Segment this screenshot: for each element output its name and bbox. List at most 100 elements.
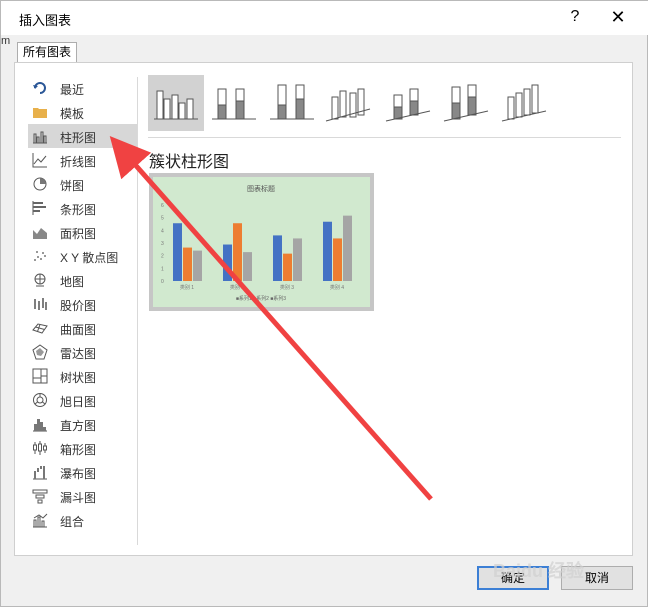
stock-chart-icon [34,298,47,310]
sidebar-item-label: 最近 [60,83,85,97]
sidebar-item-box-whisker[interactable]: 箱形图 [28,436,138,460]
sidebar-item-treemap[interactable]: 树状图 [28,364,138,388]
subtype-clustered-column[interactable] [148,75,204,131]
3d-stacked-column-icon [385,88,431,122]
sidebar-item-area[interactable]: 面积图 [28,220,138,244]
preview-y-tick: 0 [161,279,164,285]
stacked-column-icon [212,88,256,120]
sidebar-item-label: 模板 [60,107,85,121]
chart-type-list: 最近 模板 柱形图 折线图 饼图 条形图 面积图 X Y 散点图 地图 股价图 … [28,76,138,532]
histogram-chart-icon [33,419,47,432]
preview-chart: 图表标题 6 5 4 3 2 1 0 类别 1 类别 2 类别 3 类别 4 ■系列1 ■系列2 … [161,184,352,302]
sidebar-item-surface[interactable]: 曲面图 [28,316,138,340]
sidebar-item-label: 面积图 [60,227,97,241]
sidebar-item-radar[interactable]: 雷达图 [28,340,138,364]
sidebar-item-map[interactable]: 地图 [28,268,138,292]
recent-icon [33,82,46,94]
preview-category-label: 类别 4 [330,284,344,291]
subtype-3d-stacked-column[interactable] [380,75,436,131]
sidebar-item-label: X Y 散点图 [60,251,119,265]
chart-preview[interactable]: 图表标题 6 5 4 3 2 1 0 类别 1 类别 2 类别 3 类别 4 ■系列1 ■系列2 … [149,173,374,311]
surface-chart-icon [32,323,48,334]
watermark: Baidu 经验 [493,561,585,581]
insert-chart-dialog: 插入图表 ? ✕ m 所有图表 最近 模板 柱形图 折线图 饼图 条形图 面积图… [0,0,648,607]
preview-bar [243,252,252,281]
sidebar-item-label: 直方图 [60,419,97,433]
close-button[interactable]: ✕ [601,5,635,29]
preview-y-tick: 2 [161,254,164,260]
preview-category-label: 类别 2 [230,284,244,291]
preview-y-tick: 3 [161,241,164,247]
preview-bar [173,223,182,281]
bar-chart-icon [32,201,46,215]
sidebar-item-recent[interactable]: 最近 [28,76,138,100]
sidebar-item-label: 雷达图 [60,347,97,361]
3d-column-icon [501,84,547,122]
map-chart-icon [34,273,46,287]
sidebar-item-label: 饼图 [60,179,85,193]
preview-bars [173,215,352,281]
chart-preview-canvas: 图表标题 6 5 4 3 2 1 0 类别 1 类别 2 类别 3 类别 4 ■系列1 ■系列2 … [153,177,370,307]
help-button[interactable]: ? [561,5,589,29]
preview-bar [233,223,242,281]
sidebar-item-label: 树状图 [60,371,97,385]
subtype-3d-100-stacked-column[interactable] [438,75,494,131]
title-bar: 插入图表 ? ✕ [1,1,648,35]
sidebar-item-label: 地图 [60,275,85,289]
subtype-stacked-column[interactable] [206,75,262,131]
chart-panel: 最近 模板 柱形图 折线图 饼图 条形图 面积图 X Y 散点图 地图 股价图 … [14,62,633,556]
sidebar-item-sunburst[interactable]: 旭日图 [28,388,138,412]
preview-y-tick: 5 [161,216,164,222]
3d-clustered-column-icon [325,88,371,122]
sidebar-item-label: 条形图 [60,203,97,217]
sidebar-item-histogram[interactable]: 直方图 [28,412,138,436]
subtype-100-stacked-column[interactable] [264,75,320,131]
sunburst-chart-icon [33,393,47,407]
preview-legend: ■系列1 ■系列2 ■系列3 [236,295,286,302]
sidebar-item-waterfall[interactable]: 瀑布图 [28,460,138,484]
percent-stacked-column-icon [270,84,314,120]
preview-chart-title: 图表标题 [247,184,275,193]
3d-percent-stacked-column-icon [443,84,489,122]
preview-bar [283,253,292,281]
divider [148,137,621,138]
sidebar-item-label: 瀑布图 [60,467,97,481]
sidebar-item-label: 旭日图 [60,395,97,409]
box-whisker-chart-icon [33,441,47,455]
sidebar-item-pie[interactable]: 饼图 [28,172,138,196]
divider [137,77,138,545]
sidebar-item-line[interactable]: 折线图 [28,148,138,172]
sidebar-item-scatter[interactable]: X Y 散点图 [28,244,138,268]
preview-categories: 类别 1 类别 2 类别 3 类别 4 [180,284,344,291]
sidebar-item-templates[interactable]: 模板 [28,100,138,124]
radar-chart-icon [32,344,48,360]
waterfall-chart-icon [33,466,47,480]
preview-y-tick: 1 [161,266,164,272]
scatter-chart-icon [34,251,46,261]
funnel-chart-icon [32,489,48,504]
preview-bar [273,235,282,281]
preview-category-label: 类别 1 [180,284,194,291]
pie-chart-icon [33,177,47,191]
subtype-3d-clustered-column[interactable] [322,75,378,131]
clustered-column-icon [154,90,198,120]
selected-subtype-title: 簇状柱形图 [149,154,230,171]
sidebar-item-bar[interactable]: 条形图 [28,196,138,220]
preview-bar [293,238,302,281]
sidebar-item-label: 箱形图 [60,443,97,457]
sidebar-item-stock[interactable]: 股价图 [28,292,138,316]
area-chart-icon [33,228,47,239]
line-chart-icon [32,153,47,168]
sidebar-item-column[interactable]: 柱形图 [28,124,138,148]
preview-bar [183,247,192,281]
dialog-title: 插入图表 [19,13,72,28]
sidebar-item-combo[interactable]: 组合 [28,508,138,532]
preview-y-ticks: 6 5 4 3 2 1 0 [161,203,164,285]
preview-category-label: 类别 3 [280,284,294,291]
tab-all-charts[interactable]: 所有图表 [17,42,77,62]
preview-bar [343,215,352,281]
sidebar-item-funnel[interactable]: 漏斗图 [28,484,138,508]
sidebar-item-label: 柱形图 [60,131,97,145]
sidebar-item-label: 折线图 [60,155,97,169]
subtype-3d-column[interactable] [496,75,552,131]
